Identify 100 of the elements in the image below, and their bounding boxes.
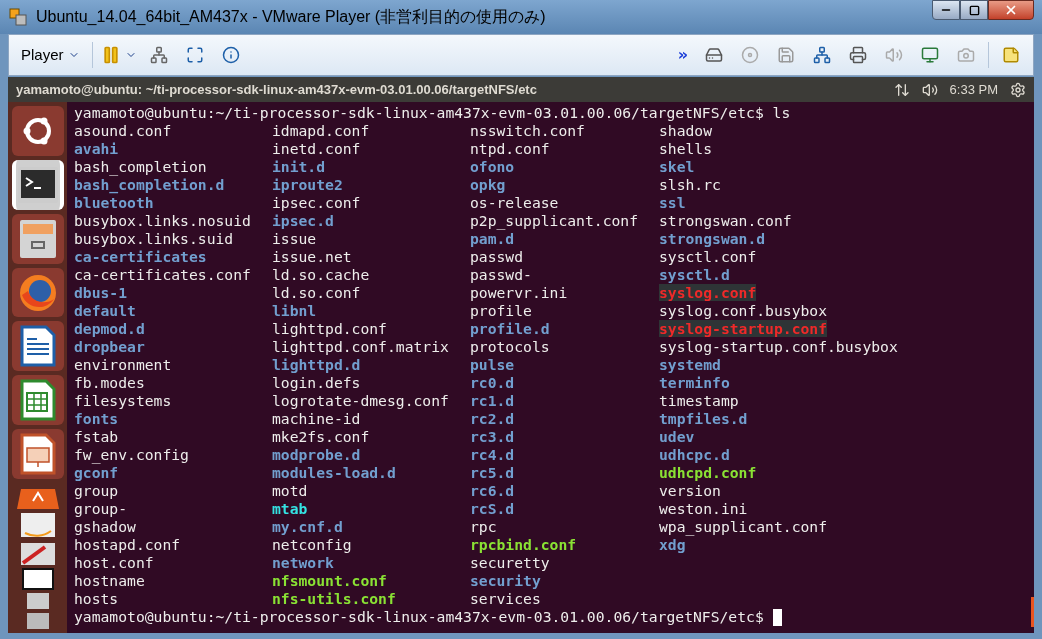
- file-name: issue: [272, 230, 317, 247]
- file-name: ipsec.d: [272, 212, 334, 229]
- file-name: fb.modes: [74, 374, 145, 391]
- file-name: ca-certificates.conf: [74, 266, 251, 283]
- file-name: rc0.d: [470, 374, 515, 391]
- file-name: os-release: [470, 194, 559, 211]
- file-name: fstab: [74, 428, 119, 445]
- maximize-icon: [968, 4, 980, 16]
- file-name: ipsec.conf: [272, 194, 361, 211]
- text-cursor: [772, 608, 782, 626]
- file-name: services: [470, 590, 541, 607]
- file-name: mke2fs.conf: [272, 428, 370, 445]
- scrollbar-indicator: [1031, 597, 1034, 627]
- file-name: iproute2: [272, 176, 343, 193]
- file-name: opkg: [470, 176, 506, 193]
- file-name: busybox.links.nosuid: [74, 212, 251, 229]
- player-menu[interactable]: Player: [17, 43, 84, 67]
- spreadsheet-icon: [19, 379, 56, 422]
- minimize-button[interactable]: [932, 0, 960, 20]
- file-name: rc1.d: [470, 392, 515, 409]
- launcher-item[interactable]: [11, 375, 64, 426]
- launcher-item[interactable]: [11, 429, 64, 479]
- file-name: fw_env.config: [74, 446, 189, 463]
- file-name: modprobe.d: [272, 446, 361, 463]
- file-name: machine-id: [272, 410, 361, 427]
- file-name: lighttpd.d: [272, 356, 361, 373]
- camera-icon: [957, 46, 975, 64]
- file-name: passwd: [470, 248, 524, 265]
- file-name: shells: [659, 140, 713, 157]
- file-name: bluetooth: [74, 194, 154, 211]
- file-name: terminfo: [659, 374, 730, 391]
- file-name: inetd.conf: [272, 140, 361, 157]
- file-name: skel: [659, 158, 695, 175]
- file-name: version: [659, 482, 721, 499]
- file-name: syslog.conf: [659, 284, 757, 301]
- file-name: ofono: [470, 158, 515, 175]
- launcher-item[interactable]: [11, 159, 64, 210]
- more-button[interactable]: »: [673, 43, 692, 67]
- file-name: mtab: [272, 500, 308, 517]
- file-name: netconfig: [272, 536, 352, 553]
- maximize-button[interactable]: [960, 0, 988, 20]
- file-name: idmapd.conf: [272, 122, 370, 139]
- printer-icon: [849, 46, 867, 64]
- file-name: bash_completion.d: [74, 176, 225, 193]
- file-name: udhcpd.conf: [659, 464, 757, 481]
- window-title: Ubuntu_14.04_64bit_AM437x - VMware Player (非営利目的の使用のみ): [36, 7, 547, 27]
- file-name: weston.ini: [659, 500, 748, 517]
- file-name: nfsmount.conf: [272, 572, 387, 589]
- command-line: yamamoto@ubuntu:~/ti-processor-sdk-linux-am437x-evm-03.01.00.06/targetNFS/etc$ ls: [74, 104, 792, 122]
- file-name: pam.d: [470, 230, 515, 247]
- file-name: p2p_supplicant.conf: [470, 212, 638, 229]
- file-name: rc3.d: [470, 428, 515, 445]
- file-name: profile: [470, 302, 532, 319]
- file-name: slsh.rc: [659, 176, 721, 193]
- network-icon: [813, 46, 831, 64]
- file-name: rpc: [470, 518, 497, 535]
- close-icon: [1004, 3, 1018, 17]
- file-name: asound.conf: [74, 122, 172, 139]
- close-button[interactable]: [988, 0, 1034, 20]
- file-name: securetty: [470, 554, 550, 571]
- presentation-icon: [19, 433, 56, 476]
- file-name: tmpfiles.d: [659, 410, 748, 427]
- file-name: default: [74, 302, 136, 319]
- file-name: shadow: [659, 122, 713, 139]
- file-name: libnl: [272, 302, 317, 319]
- file-cabinet-icon: [17, 217, 58, 260]
- file-name: rc5.d: [470, 464, 515, 481]
- file-name: group: [74, 482, 119, 499]
- file-name: rc2.d: [470, 410, 515, 427]
- document-icon: [19, 325, 56, 368]
- file-name: ntpd.conf: [470, 140, 550, 157]
- file-name: gconf: [74, 464, 119, 481]
- file-name: lighttpd.conf.matrix: [272, 338, 449, 355]
- file-name: syslog.conf.busybox: [659, 302, 827, 319]
- file-name: gshadow: [74, 518, 136, 535]
- prompt: yamamoto@ubuntu:~/ti-processor-sdk-linux-am437x-evm-03.01.00.06/targetNFS/etc$: [74, 608, 764, 626]
- file-name: udhcpc.d: [659, 446, 730, 463]
- file-name: nfs-utils.conf: [272, 590, 396, 607]
- file-name: hosts: [74, 590, 119, 607]
- file-name: rc4.d: [470, 446, 515, 463]
- file-name: systemd: [659, 356, 721, 373]
- file-name: motd: [272, 482, 308, 499]
- browser-globe-icon: [17, 272, 58, 313]
- file-name: lighttpd.conf: [272, 320, 387, 337]
- file-name: environment: [74, 356, 172, 373]
- file-name: dropbear: [74, 338, 145, 355]
- file-name: udev: [659, 428, 695, 445]
- settings-icon: [1010, 81, 1026, 98]
- launcher-item[interactable]: [11, 106, 64, 156]
- file-name: login.defs: [272, 374, 361, 391]
- file-name: avahi: [74, 140, 119, 157]
- volume-icon: [921, 81, 938, 98]
- launcher-item[interactable]: [11, 321, 64, 372]
- file-name: logrotate-dmesg.conf: [272, 392, 449, 409]
- launcher-item[interactable]: [11, 213, 64, 264]
- file-name: strongswan.d: [659, 230, 766, 247]
- file-name: ssl: [659, 194, 686, 211]
- file-name: passwd-: [470, 266, 532, 283]
- file-name: powervr.ini: [470, 284, 568, 301]
- file-name: group-: [74, 500, 128, 517]
